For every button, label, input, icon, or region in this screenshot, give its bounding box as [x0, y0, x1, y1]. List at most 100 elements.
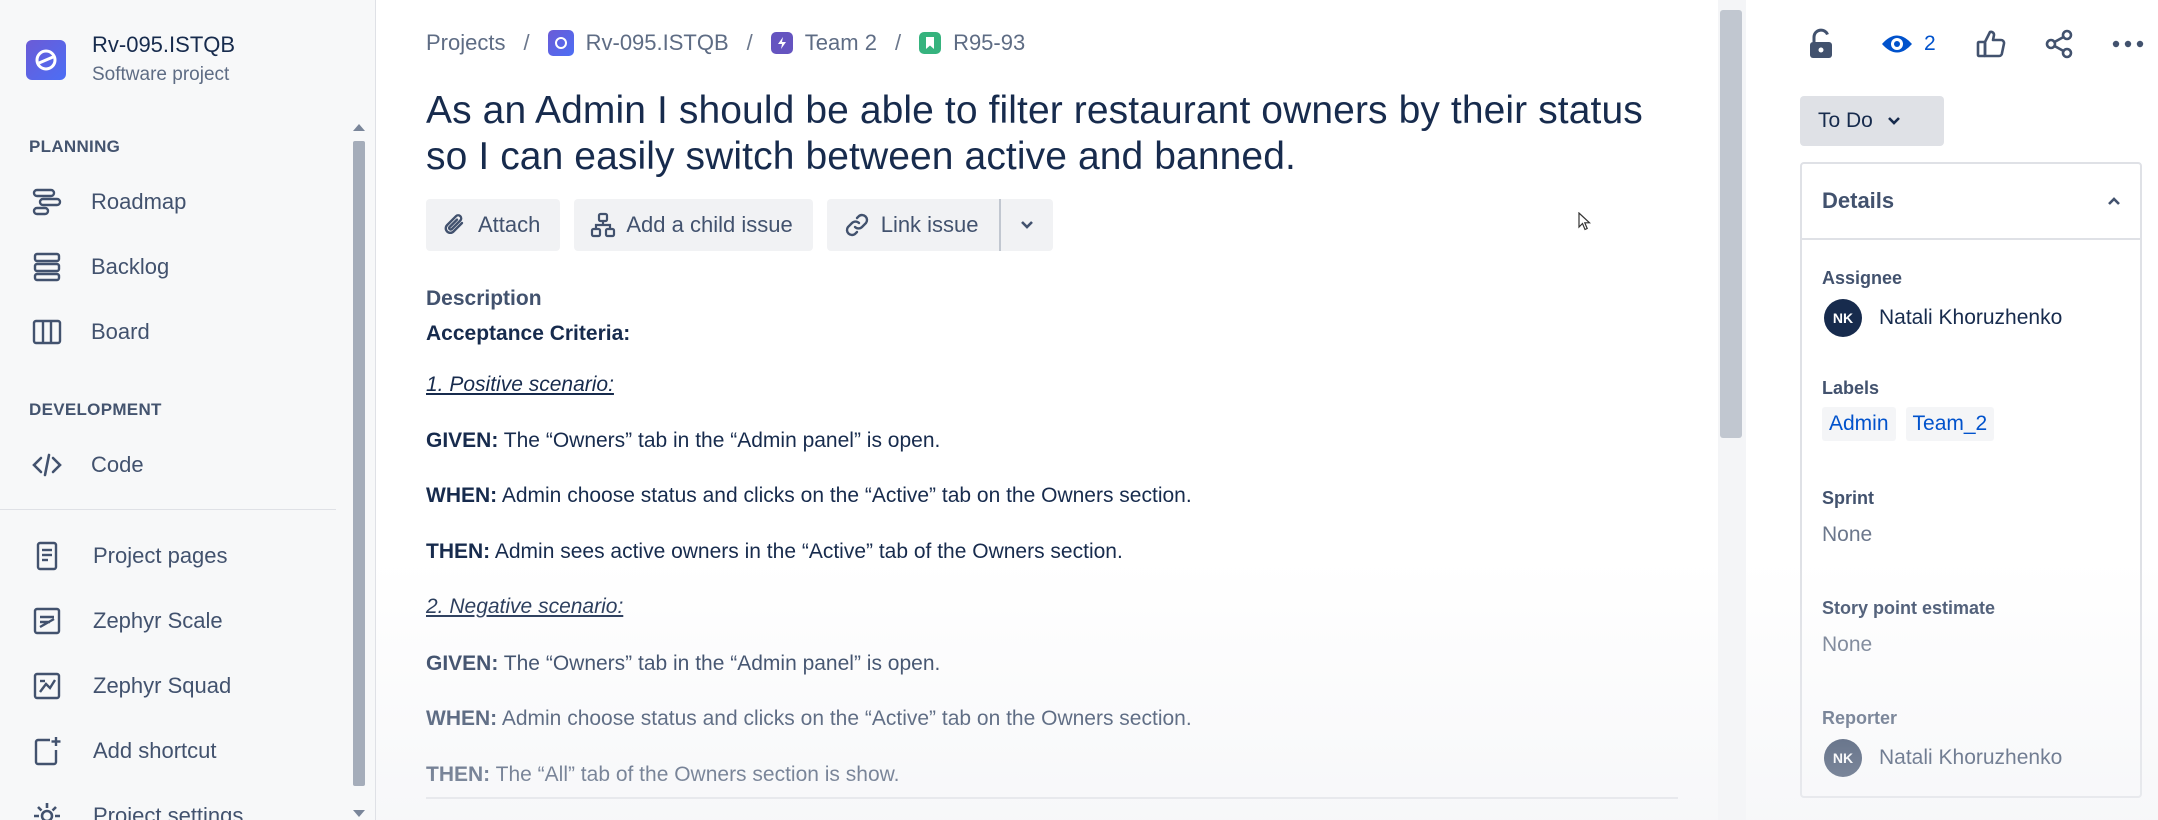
breadcrumb-epic-label: Team 2 [804, 30, 877, 55]
link-issue-label: Link issue [880, 212, 979, 237]
labels-field: Labels Admin Team_2 [1822, 378, 2004, 441]
story-points-value[interactable]: None [1822, 633, 1995, 657]
main-scrollbar[interactable] [1718, 0, 1746, 820]
sidebar-item-backlog[interactable]: Backlog [29, 247, 169, 287]
sidebar-item-label: Project pages [93, 543, 228, 568]
eye-icon [1882, 35, 1912, 53]
page-icon [29, 538, 65, 574]
issue-actions: Attach Add a child issue Link issue [426, 199, 1053, 251]
labels-label: Labels [1822, 378, 1880, 398]
breadcrumb-project-label: Rv-095.ISTQB [585, 30, 729, 55]
reporter-label: Reporter [1822, 708, 1898, 728]
unlock-icon [1810, 28, 1832, 58]
breadcrumb-issue[interactable]: R95-93 [919, 30, 1025, 56]
scroll-down-icon[interactable] [353, 810, 365, 817]
attach-label: Attach [478, 212, 541, 237]
planning-heading: PLANNING [29, 137, 121, 156]
epic-icon [770, 32, 793, 54]
details-header[interactable]: Details [1802, 164, 2140, 240]
avatar: NK [1824, 299, 1862, 337]
sidebar-divider [0, 509, 336, 510]
issue-main: Projects / Rv-095.ISTQB / Team 2 / R95-9… [376, 0, 1718, 820]
label-tag[interactable]: Admin [1822, 407, 1896, 441]
labels-list: Admin Team_2 [1822, 407, 2004, 441]
assignee-value[interactable]: NK Natali Khoruzhenko [1822, 299, 2062, 337]
watch-button[interactable]: 2 [1880, 31, 1936, 57]
breadcrumb-project[interactable]: Rv-095.ISTQB [547, 30, 729, 56]
sidebar-scroll-thumb[interactable] [353, 141, 365, 786]
roadmap-icon [29, 184, 65, 220]
issue-side-panel: 2 To Do Details Assignee NK Natali Khoru… [1746, 0, 2158, 820]
sidebar: Rv-095.ISTQB Software project PLANNING R… [0, 0, 376, 820]
main-scroll-thumb[interactable] [1720, 10, 1742, 438]
sidebar-item-board[interactable]: Board [29, 312, 150, 352]
scenario-1-when: WHEN: Admin choose status and clicks on … [426, 484, 1192, 507]
backlog-icon [29, 249, 65, 285]
status-label: To Do [1818, 109, 1873, 132]
sidebar-item-label: Code [91, 452, 144, 477]
sidebar-item-label: Roadmap [91, 189, 187, 214]
more-button[interactable] [2112, 40, 2144, 48]
status-dropdown[interactable]: To Do [1800, 96, 1944, 146]
issue-toolbar: 2 [1806, 28, 2144, 60]
share-icon [2045, 29, 2072, 59]
add-child-issue-button[interactable]: Add a child issue [574, 199, 813, 251]
sidebar-item-code[interactable]: Code [29, 445, 144, 485]
project-avatar-icon [547, 30, 574, 56]
link-issue-button[interactable]: Link issue [827, 199, 999, 251]
scenario-1-given: GIVEN: The “Owners” tab in the “Admin pa… [426, 429, 941, 452]
add-shortcut-icon [29, 733, 65, 769]
sidebar-item-label: Board [91, 319, 150, 344]
zephyr-squad-icon [29, 668, 65, 704]
child-issue-icon [591, 212, 616, 238]
chevron-down-icon [1020, 221, 1033, 229]
board-icon [29, 314, 65, 350]
label-tag[interactable]: Team_2 [1905, 407, 1995, 441]
more-actions-dropdown[interactable] [1001, 199, 1053, 251]
story-icon [919, 32, 942, 54]
sidebar-item-label: Zephyr Scale [93, 608, 223, 633]
assignee-name: Natali Khoruzhenko [1879, 306, 2063, 329]
chevron-down-icon [1887, 117, 1900, 125]
details-heading: Details [1822, 188, 1895, 213]
share-button[interactable] [2044, 29, 2074, 59]
sprint-value[interactable]: None [1822, 523, 1874, 547]
attach-button[interactable]: Attach [426, 199, 561, 251]
breadcrumb: Projects / Rv-095.ISTQB / Team 2 / R95-9… [426, 30, 1026, 56]
scenario-2-title: 2. Negative scenario: [426, 595, 624, 618]
sidebar-item-project-pages[interactable]: Project pages [29, 536, 228, 576]
sidebar-item-project-settings[interactable]: Project settings [29, 796, 243, 820]
code-icon [29, 447, 65, 483]
issue-title[interactable]: As an Admin I should be able to filter r… [426, 88, 1666, 180]
paperclip-icon [444, 214, 464, 235]
scenario-2-given: GIVEN: The “Owners” tab in the “Admin pa… [426, 652, 941, 675]
zephyr-scale-icon [29, 603, 65, 639]
like-button[interactable] [1976, 29, 2006, 59]
link-icon [845, 213, 868, 237]
scroll-up-icon[interactable] [353, 124, 365, 131]
sprint-label: Sprint [1822, 488, 1874, 508]
sidebar-item-zephyr-squad[interactable]: Zephyr Squad [29, 666, 231, 706]
scenario-2-when: WHEN: Admin choose status and clicks on … [426, 707, 1192, 730]
breadcrumb-epic[interactable]: Team 2 [770, 30, 877, 56]
sidebar-item-add-shortcut[interactable]: Add shortcut [29, 731, 217, 771]
sidebar-item-label: Backlog [91, 254, 170, 279]
watch-count: 2 [1924, 32, 1936, 55]
link-issue-group: Link issue [826, 199, 1053, 251]
sidebar-item-label: Add shortcut [93, 738, 217, 763]
acceptance-criteria-heading: Acceptance Criteria: [426, 322, 631, 345]
sidebar-scrollbar[interactable] [350, 116, 368, 820]
scenario-1-title: 1. Positive scenario: [426, 373, 614, 396]
reporter-value[interactable]: NK Natali Khoruzhenko [1822, 739, 2062, 777]
project-header[interactable]: Rv-095.ISTQB Software project [26, 30, 235, 90]
sidebar-item-roadmap[interactable]: Roadmap [29, 182, 186, 222]
more-horizontal-icon [2112, 40, 2143, 48]
chevron-up-icon [2108, 197, 2120, 205]
breadcrumb-projects[interactable]: Projects [426, 30, 505, 56]
project-name: Rv-095.ISTQB [92, 32, 236, 57]
sidebar-item-zephyr-scale[interactable]: Zephyr Scale [29, 601, 223, 641]
description-divider [426, 797, 1678, 799]
thumbs-up-icon [1976, 30, 2005, 58]
sidebar-item-label: Project settings [93, 803, 244, 820]
lock-button[interactable] [1806, 28, 1836, 60]
